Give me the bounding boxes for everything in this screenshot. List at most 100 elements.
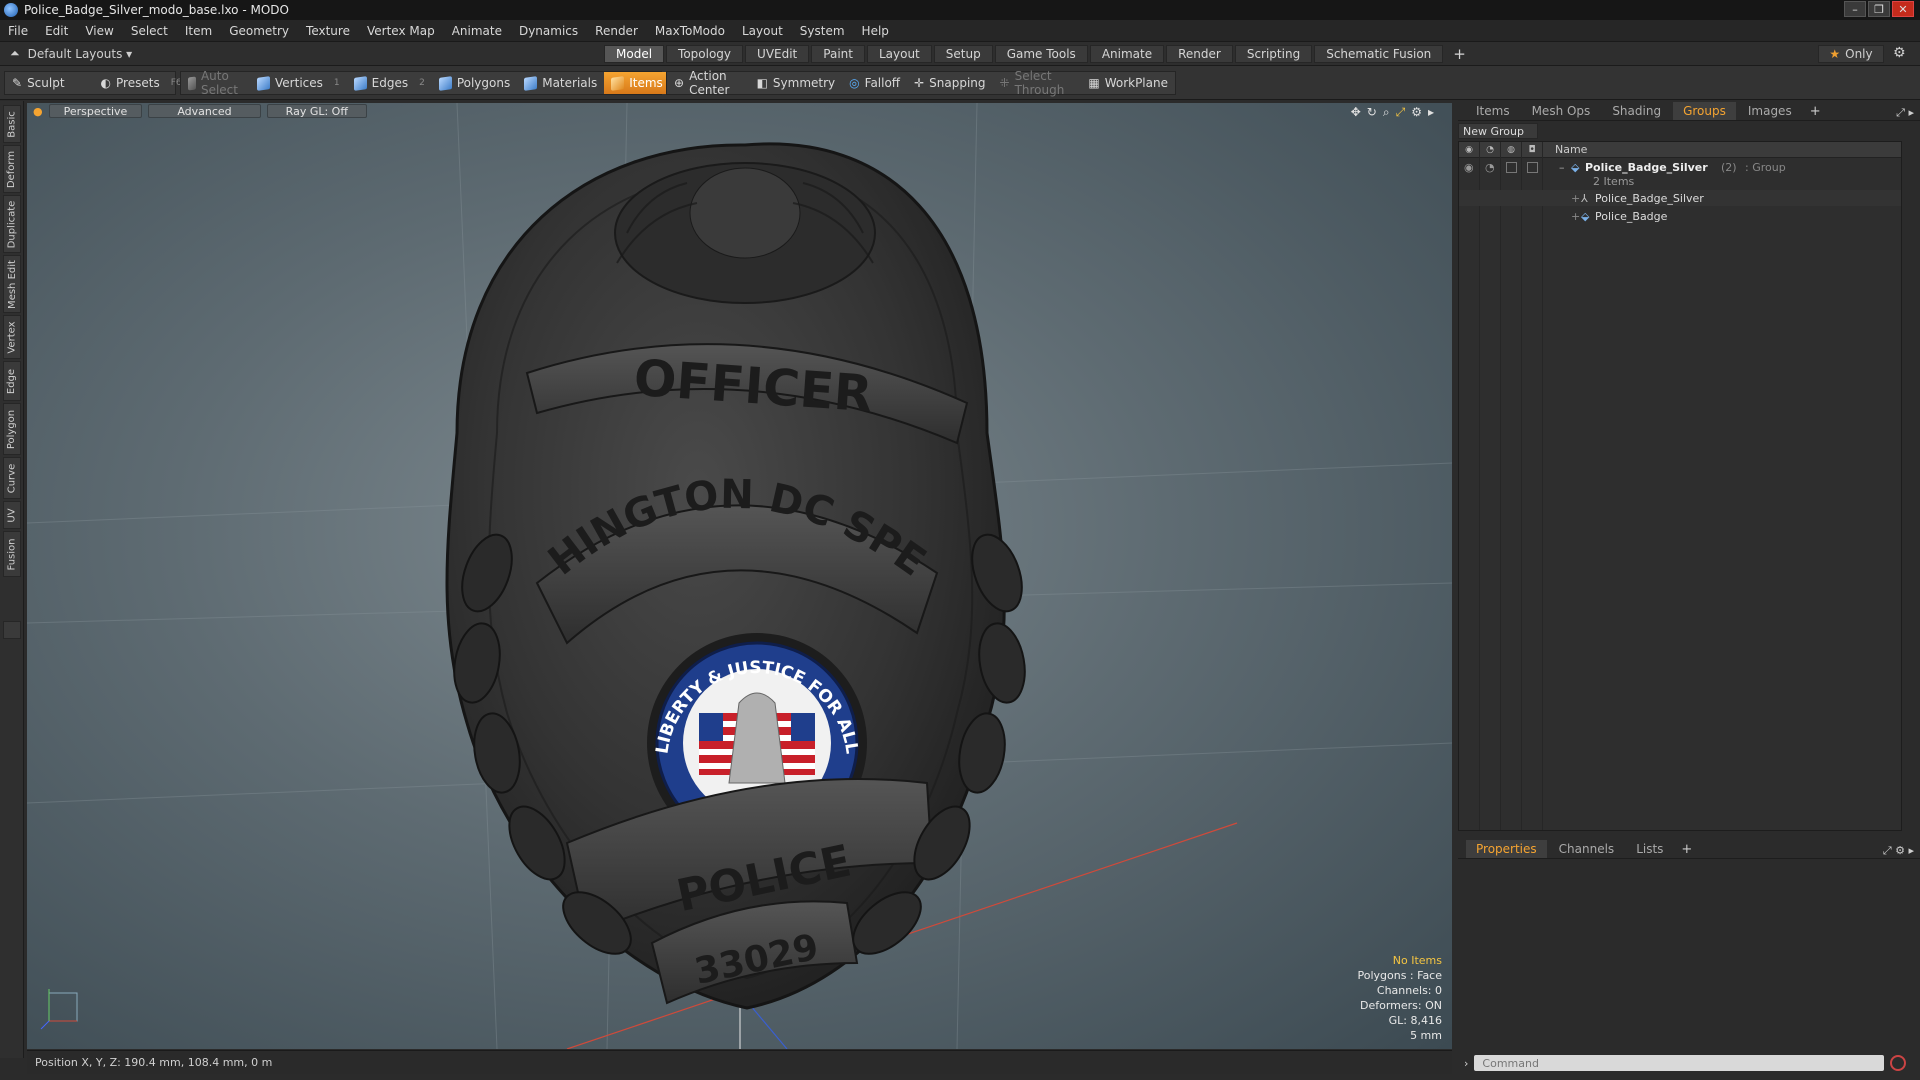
panel-tab-groups[interactable]: Groups xyxy=(1673,102,1736,120)
tab-setup[interactable]: Setup xyxy=(933,45,993,63)
menu-file[interactable]: File xyxy=(8,24,28,38)
lock-column-icon[interactable]: ◍ xyxy=(1501,141,1522,158)
left-tab-basic[interactable]: Basic xyxy=(3,105,21,143)
panel-tab-shading[interactable]: Shading xyxy=(1602,102,1671,120)
list-item[interactable]: + ⬙ Police_Badge xyxy=(1459,208,1901,224)
panel-tab-lists[interactable]: Lists xyxy=(1626,840,1673,858)
shading-dropdown[interactable]: Advanced xyxy=(148,104,261,118)
tab-render[interactable]: Render xyxy=(1166,45,1233,63)
left-tab-edge-label: Edge xyxy=(6,368,18,394)
menu-layout[interactable]: Layout xyxy=(742,24,783,38)
properties-panel: Properties Channels Lists + ⤢ ⚙ ▸ xyxy=(1458,839,1920,1079)
record-icon[interactable] xyxy=(1890,1055,1907,1071)
name-column-header[interactable]: Name xyxy=(1543,143,1587,156)
render-column-icon[interactable]: ◔ xyxy=(1480,141,1501,158)
tab-topology[interactable]: Topology xyxy=(666,45,744,63)
menu-animate[interactable]: Animate xyxy=(452,24,502,38)
snapping-button[interactable]: ✛ Snapping xyxy=(907,72,992,94)
auto-select-button[interactable]: Auto Select xyxy=(181,69,250,97)
expand-icon[interactable]: – xyxy=(1559,161,1565,174)
3d-viewport[interactable]: OFFICER WASHINGTON DC SPECIAL LIBERTY & … xyxy=(27,103,1452,1049)
collapse-arrow-icon[interactable]: ⏶ xyxy=(10,46,20,61)
menu-geometry[interactable]: Geometry xyxy=(229,24,289,38)
panel-tab-items[interactable]: Items xyxy=(1466,102,1520,120)
left-tab-polygon[interactable]: Polygon xyxy=(3,403,21,455)
menu-maxtomodo[interactable]: MaxToModo xyxy=(655,24,725,38)
eye-icon[interactable]: ◉ xyxy=(1464,161,1474,174)
tab-game-tools[interactable]: Game Tools xyxy=(994,45,1088,63)
new-group-button[interactable]: New Group xyxy=(1458,123,1538,139)
menu-texture[interactable]: Texture xyxy=(306,24,350,38)
left-tab-uv[interactable]: UV xyxy=(3,501,21,529)
pan-icon[interactable]: ✥ xyxy=(1351,105,1361,120)
select-checkbox[interactable] xyxy=(1527,161,1538,173)
left-tab-mesh-edit[interactable]: Mesh Edit xyxy=(3,255,21,313)
only-button[interactable]: ★ Only xyxy=(1818,45,1884,63)
add-tab-icon[interactable]: + xyxy=(1445,45,1474,63)
menu-view[interactable]: View xyxy=(85,24,113,38)
menu-help[interactable]: Help xyxy=(862,24,889,38)
menu-vertex-map[interactable]: Vertex Map xyxy=(367,24,435,38)
viewport-menu-dot[interactable]: ● xyxy=(33,105,43,118)
tab-model[interactable]: Model xyxy=(604,45,665,63)
panel-tab-channels[interactable]: Channels xyxy=(1549,840,1625,858)
layout-dropdown[interactable]: Default Layouts ▾ xyxy=(28,47,133,61)
render-icon[interactable]: ◔ xyxy=(1485,161,1495,174)
menu-select[interactable]: Select xyxy=(131,24,168,38)
tab-animate[interactable]: Animate xyxy=(1089,45,1165,63)
panel-tab-images[interactable]: Images xyxy=(1738,102,1802,120)
tab-scripting[interactable]: Scripting xyxy=(1234,45,1313,63)
menu-dynamics[interactable]: Dynamics xyxy=(519,24,578,38)
left-tab-vertex[interactable]: Vertex xyxy=(3,315,21,359)
viewport-scene: OFFICER WASHINGTON DC SPECIAL LIBERTY & … xyxy=(27,103,1452,1049)
tab-paint[interactable]: Paint xyxy=(811,45,865,63)
raygl-dropdown[interactable]: Ray GL: Off xyxy=(266,104,367,118)
presets-button[interactable]: ◐ Presets F6 xyxy=(94,72,189,94)
sculpt-button[interactable]: ✎ Sculpt xyxy=(5,72,72,94)
minimize-button[interactable]: – xyxy=(1844,1,1866,17)
fit-icon[interactable]: ⤢ xyxy=(1396,105,1406,120)
close-button[interactable]: ✕ xyxy=(1892,1,1914,17)
rotate-icon[interactable]: ↻ xyxy=(1367,105,1377,120)
gear-icon[interactable]: ⚙ xyxy=(1893,45,1906,61)
viewport-expand-icon[interactable]: ▸ xyxy=(1428,105,1434,120)
command-input[interactable]: Command xyxy=(1474,1055,1885,1071)
action-center-button[interactable]: ⊕ Action Center xyxy=(667,69,750,97)
panel-expand-icon[interactable]: ⤢ ▸ xyxy=(1896,106,1920,120)
workplane-button[interactable]: ▦ WorkPlane xyxy=(1081,72,1175,94)
falloff-button[interactable]: ◎ Falloff xyxy=(842,72,907,94)
menu-item[interactable]: Item xyxy=(185,24,212,38)
select-through-button[interactable]: ⁜ Select Through xyxy=(993,69,1082,97)
lock-checkbox[interactable] xyxy=(1506,161,1517,173)
lower-panel-settings-icon[interactable]: ⤢ ⚙ ▸ xyxy=(1883,844,1920,858)
select-column-icon[interactable]: ◘ xyxy=(1522,141,1543,158)
panel-tab-mesh-ops[interactable]: Mesh Ops xyxy=(1522,102,1601,120)
menu-edit[interactable]: Edit xyxy=(45,24,68,38)
list-item[interactable]: + ⅄ Police_Badge_Silver xyxy=(1459,190,1901,206)
zoom-icon[interactable]: ⌕ xyxy=(1383,105,1390,120)
edges-button[interactable]: Edges 2 xyxy=(347,72,432,94)
vertices-button[interactable]: Vertices 1 xyxy=(250,72,347,94)
materials-button[interactable]: Materials xyxy=(517,72,604,94)
left-tab-edge[interactable]: Edge xyxy=(3,361,21,401)
maximize-button[interactable]: ❐ xyxy=(1868,1,1890,17)
view-mode-dropdown[interactable]: Perspective xyxy=(48,104,143,118)
add-panel-tab-icon[interactable]: + xyxy=(1804,102,1827,120)
visibility-column-icon[interactable]: ◉ xyxy=(1459,141,1480,158)
left-panel-toggle[interactable] xyxy=(3,621,21,639)
add-lower-tab-icon[interactable]: + xyxy=(1675,840,1698,858)
symmetry-button[interactable]: ◧ Symmetry xyxy=(750,72,843,94)
tab-uvedit[interactable]: UVEdit xyxy=(745,45,810,63)
left-tab-fusion[interactable]: Fusion xyxy=(3,531,21,577)
menu-render[interactable]: Render xyxy=(595,24,638,38)
tab-schematic-fusion[interactable]: Schematic Fusion xyxy=(1314,45,1444,63)
polygons-button[interactable]: Polygons xyxy=(432,72,517,94)
group-row[interactable]: ◉ ◔ – ⬙ Police_Badge_Silver (2) : Group xyxy=(1459,160,1901,174)
panel-tab-properties[interactable]: Properties xyxy=(1466,840,1547,858)
left-tab-duplicate[interactable]: Duplicate xyxy=(3,195,21,253)
left-tab-deform[interactable]: Deform xyxy=(3,145,21,193)
left-tab-curve[interactable]: Curve xyxy=(3,457,21,499)
menu-system[interactable]: System xyxy=(800,24,845,38)
tab-layout[interactable]: Layout xyxy=(866,45,932,63)
viewport-settings-icon[interactable]: ⚙ xyxy=(1411,105,1422,120)
